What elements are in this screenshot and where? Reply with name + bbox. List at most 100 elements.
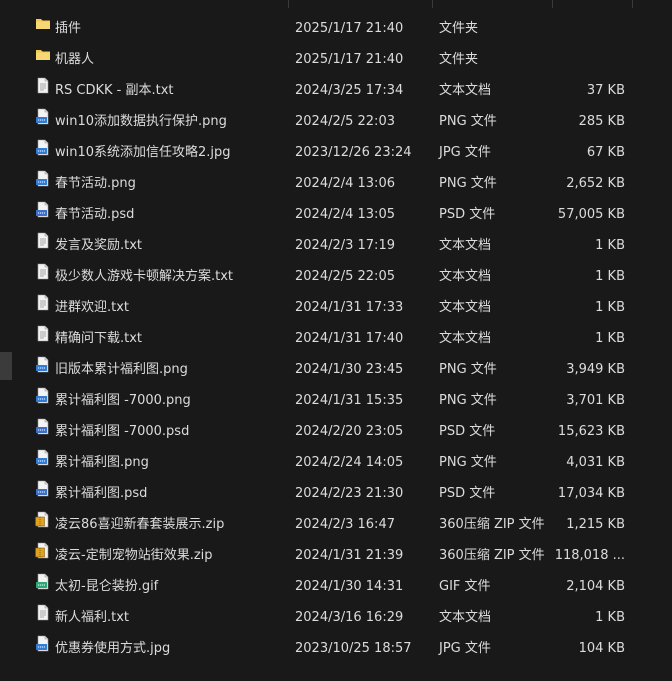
- column-divider[interactable]: [552, 0, 553, 8]
- png-file-icon: [35, 168, 51, 187]
- file-name: win10添加数据执行保护.png: [55, 114, 227, 129]
- modified-date: 2023/12/26 23:24: [295, 145, 412, 160]
- file-row[interactable]: 机器人 2025/1/17 21:40 文件夹: [0, 44, 672, 75]
- file-row[interactable]: 春节活动.psd 2024/2/4 13:05 PSD 文件 57,005 KB: [0, 199, 672, 230]
- file-size: 1,215 KB: [566, 517, 625, 532]
- modified-date: 2024/2/5 22:05: [295, 269, 395, 284]
- file-type: PNG 文件: [439, 176, 497, 191]
- file-name: 进群欢迎.txt: [55, 300, 130, 315]
- file-name: 发言及奖励.txt: [55, 238, 143, 253]
- file-row[interactable]: 进群欢迎.txt 2024/1/31 17:33 文本文档 1 KB: [0, 292, 672, 323]
- file-row[interactable]: 累计福利图.png 2024/2/24 14:05 PNG 文件 4,031 KB: [0, 447, 672, 478]
- file-row[interactable]: 凌云-定制宠物站街效果.zip 2024/1/31 21:39 360压缩 ZIP …: [0, 540, 672, 571]
- text-file-icon: [35, 323, 51, 342]
- file-type: GIF 文件: [439, 579, 491, 594]
- modified-date: 2024/2/4 13:06: [295, 176, 395, 191]
- png-file-icon: [35, 447, 51, 466]
- file-type: 360压缩 ZIP 文件: [439, 517, 545, 532]
- text-file-icon: [35, 602, 51, 621]
- file-name: win10系统添加信任攻略2.jpg: [55, 145, 231, 160]
- modified-date: 2024/2/5 22:03: [295, 114, 395, 129]
- file-type: PNG 文件: [439, 362, 497, 377]
- file-row[interactable]: 插件 2025/1/17 21:40 文件夹: [0, 13, 672, 44]
- file-name: 太初-昆仑装扮.gif: [55, 579, 159, 594]
- modified-date: 2024/3/16 16:29: [295, 610, 404, 625]
- modified-date: 2024/2/23 21:30: [295, 486, 404, 501]
- modified-date: 2024/1/31 15:35: [295, 393, 404, 408]
- file-size: 3,701 KB: [566, 393, 625, 408]
- modified-date: 2024/2/3 17:19: [295, 238, 395, 253]
- file-size: 4,031 KB: [566, 455, 625, 470]
- modified-date: 2024/2/20 23:05: [295, 424, 404, 439]
- file-size: 67 KB: [586, 145, 625, 160]
- file-size: 17,034 KB: [557, 486, 625, 501]
- file-name: 机器人: [55, 52, 95, 67]
- file-type: PNG 文件: [439, 393, 497, 408]
- zip-archive-icon: [35, 540, 51, 559]
- jpg-file-icon: [35, 137, 51, 156]
- file-row[interactable]: 新人福利.txt 2024/3/16 16:29 文本文档 1 KB: [0, 602, 672, 633]
- file-row[interactable]: 累计福利图 -7000.png 2024/1/31 15:35 PNG 文件 3,70…: [0, 385, 672, 416]
- file-row[interactable]: 极少数人游戏卡顿解决方案.txt 2024/2/5 22:05 文本文档 1 KB: [0, 261, 672, 292]
- file-type: PNG 文件: [439, 455, 497, 470]
- text-file-icon: [35, 261, 51, 280]
- file-list: 插件 2025/1/17 21:40 文件夹 机器人 2025/1/17 21:40 文件…: [0, 13, 672, 664]
- file-type: 文本文档: [439, 331, 492, 346]
- file-row[interactable]: RS CDKK - 副本.txt 2024/3/25 17:34 文本文档 37 KB: [0, 75, 672, 106]
- file-size: 1 KB: [595, 238, 625, 253]
- file-type: JPG 文件: [439, 641, 491, 656]
- file-row[interactable]: 凌云86喜迎新春套装展示.zip 2024/2/3 16:47 360压缩 ZIP …: [0, 509, 672, 540]
- modified-date: 2024/1/31 21:39: [295, 548, 404, 563]
- jpg-file-icon: [35, 633, 51, 652]
- file-type: 文件夹: [439, 21, 479, 36]
- file-type: 文本文档: [439, 238, 492, 253]
- png-file-icon: [35, 106, 51, 125]
- file-type: PNG 文件: [439, 114, 497, 129]
- file-size: 1 KB: [595, 269, 625, 284]
- file-type: 文本文档: [439, 610, 492, 625]
- folder-icon: [35, 44, 51, 61]
- modified-date: 2024/3/25 17:34: [295, 83, 404, 98]
- file-name: 插件: [55, 21, 82, 36]
- file-name: 春节活动.psd: [55, 207, 135, 222]
- modified-date: 2025/1/17 21:40: [295, 21, 404, 36]
- file-row[interactable]: win10系统添加信任攻略2.jpg 2023/12/26 23:24 JPG 文件…: [0, 137, 672, 168]
- column-divider[interactable]: [288, 0, 289, 8]
- file-size: 37 KB: [586, 83, 625, 98]
- modified-date: 2025/1/17 21:40: [295, 52, 404, 67]
- file-row[interactable]: 累计福利图 -7000.psd 2024/2/20 23:05 PSD 文件 15,6…: [0, 416, 672, 447]
- column-divider[interactable]: [432, 0, 433, 8]
- modified-date: 2024/1/31 17:33: [295, 300, 404, 315]
- png-file-icon: [35, 385, 51, 404]
- file-name: 春节活动.png: [55, 176, 136, 191]
- file-row[interactable]: win10添加数据执行保护.png 2024/2/5 22:03 PNG 文件 285…: [0, 106, 672, 137]
- modified-date: 2024/2/3 16:47: [295, 517, 395, 532]
- file-name: 精确问下载.txt: [55, 331, 143, 346]
- zip-archive-icon: [35, 509, 51, 528]
- file-size: 2,652 KB: [566, 176, 625, 191]
- file-size: 285 KB: [578, 114, 625, 129]
- file-name: RS CDKK - 副本.txt: [55, 83, 174, 98]
- file-name: 优惠券使用方式.jpg: [55, 641, 171, 656]
- file-size: 57,005 KB: [557, 207, 625, 222]
- file-type: 文件夹: [439, 52, 479, 67]
- file-row[interactable]: 优惠券使用方式.jpg 2023/10/25 18:57 JPG 文件 104 KB: [0, 633, 672, 664]
- psd-file-icon: [35, 416, 51, 435]
- file-size: 3,949 KB: [566, 362, 625, 377]
- file-name: 凌云-定制宠物站街效果.zip: [55, 548, 213, 563]
- png-file-icon: [35, 354, 51, 373]
- file-name: 新人福利.txt: [55, 610, 130, 625]
- text-file-icon: [35, 75, 51, 94]
- file-row[interactable]: 旧版本累计福利图.png 2024/1/30 23:45 PNG 文件 3,949 K…: [0, 354, 672, 385]
- file-type: JPG 文件: [439, 145, 491, 160]
- modified-date: 2023/10/25 18:57: [295, 641, 412, 656]
- file-row[interactable]: 春节活动.png 2024/2/4 13:06 PNG 文件 2,652 KB: [0, 168, 672, 199]
- file-row[interactable]: 累计福利图.psd 2024/2/23 21:30 PSD 文件 17,034 KB: [0, 478, 672, 509]
- file-row[interactable]: 太初-昆仑装扮.gif 2024/1/30 14:31 GIF 文件 2,104 KB: [0, 571, 672, 602]
- text-file-icon: [35, 230, 51, 249]
- file-name: 累计福利图 -7000.png: [55, 393, 191, 408]
- file-row[interactable]: 精确问下载.txt 2024/1/31 17:40 文本文档 1 KB: [0, 323, 672, 354]
- file-row[interactable]: 发言及奖励.txt 2024/2/3 17:19 文本文档 1 KB: [0, 230, 672, 261]
- gif-file-icon: [35, 571, 51, 590]
- column-divider[interactable]: [632, 0, 633, 8]
